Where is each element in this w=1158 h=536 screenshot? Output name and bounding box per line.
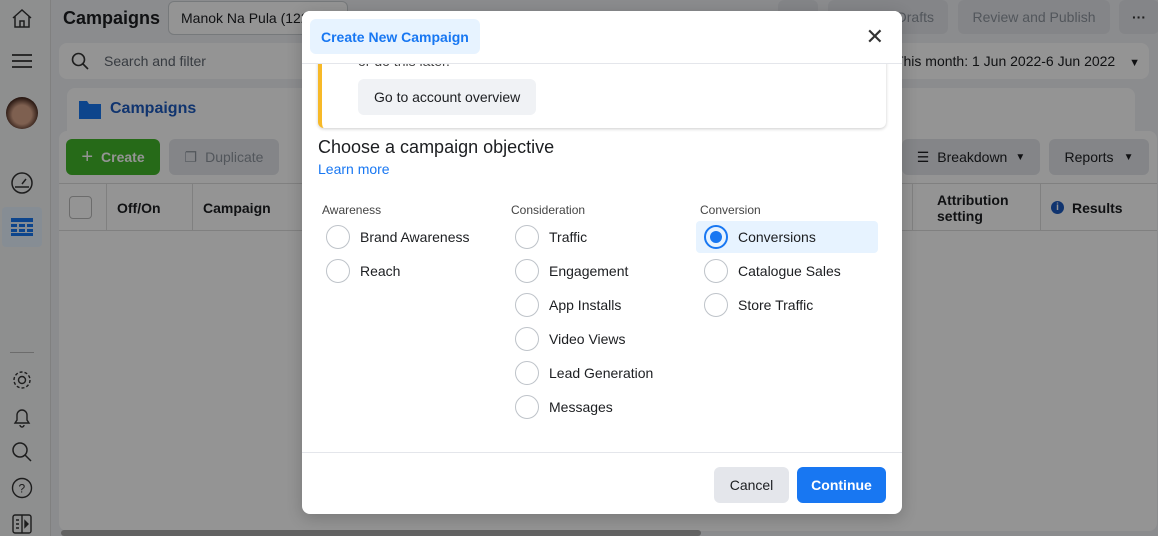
option-label: Engagement [549, 263, 629, 279]
radio-button[interactable] [515, 259, 539, 283]
dialog-header: Create New Campaign ✕ [302, 11, 902, 64]
option-label: Video Views [549, 331, 626, 347]
radio-button[interactable] [515, 395, 539, 419]
objective-option-store-traffic[interactable]: Store Traffic [696, 289, 878, 321]
create-campaign-dialog: Create New Campaign ✕ or do this later. … [302, 11, 902, 514]
radio-button[interactable] [515, 361, 539, 385]
objective-option-messages[interactable]: Messages [507, 391, 689, 423]
option-label: Traffic [549, 229, 588, 245]
radio-button[interactable] [704, 293, 728, 317]
cancel-button[interactable]: Cancel [714, 467, 789, 503]
group-label: Consideration [511, 203, 586, 217]
objective-group-awareness: Awareness Brand Awareness Reach [318, 203, 500, 289]
radio-button[interactable] [326, 259, 350, 283]
objective-group-conversion: Conversion Conversions Catalogue Sales Stor… [696, 203, 878, 323]
objective-option-reach[interactable]: Reach [318, 255, 500, 287]
objective-group-consideration: Consideration Traffic Engagement App Instal… [507, 203, 689, 425]
group-label: Conversion [700, 203, 761, 217]
objective-option-app-installs[interactable]: App Installs [507, 289, 689, 321]
objective-option-engagement[interactable]: Engagement [507, 255, 689, 287]
learn-more-link[interactable]: Learn more [318, 161, 390, 177]
option-label: Store Traffic [738, 297, 814, 313]
dialog-footer: Cancel Continue [302, 452, 902, 514]
radio-button[interactable] [515, 293, 539, 317]
objective-option-video-views[interactable]: Video Views [507, 323, 689, 355]
objective-option-traffic[interactable]: Traffic [507, 221, 689, 253]
close-icon[interactable]: ✕ [866, 26, 884, 48]
objective-option-lead-generation[interactable]: Lead Generation [507, 357, 689, 389]
objective-option-conversions[interactable]: Conversions [696, 221, 878, 253]
group-label: Awareness [322, 203, 382, 217]
option-label: Catalogue Sales [738, 263, 841, 279]
option-label: Lead Generation [549, 365, 654, 381]
objective-option-brand-awareness[interactable]: Brand Awareness [318, 221, 500, 253]
radio-button[interactable] [704, 225, 728, 249]
option-label: Brand Awareness [360, 229, 470, 245]
option-label: App Installs [549, 297, 622, 313]
objective-heading: Choose a campaign objective [318, 137, 555, 157]
radio-button[interactable] [515, 225, 539, 249]
radio-button[interactable] [515, 327, 539, 351]
option-label: Reach [360, 263, 401, 279]
option-label: Conversions [738, 229, 816, 245]
objective-option-catalogue-sales[interactable]: Catalogue Sales [696, 255, 878, 287]
continue-button[interactable]: Continue [797, 467, 886, 503]
go-to-account-overview-button[interactable]: Go to account overview [358, 79, 537, 115]
radio-button[interactable] [704, 259, 728, 283]
option-label: Messages [549, 399, 613, 415]
dialog-title: Create New Campaign [310, 19, 480, 54]
radio-button[interactable] [326, 225, 350, 249]
